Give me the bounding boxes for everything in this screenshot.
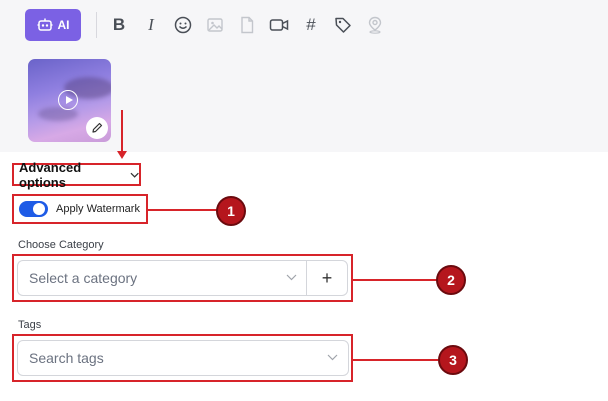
italic-icon: I (148, 15, 154, 34)
post-composer: AI B I # (0, 0, 608, 152)
toggle-knob (33, 203, 45, 215)
category-label: Choose Category (18, 239, 104, 251)
annotation-badge-2: 2 (436, 265, 466, 295)
chevron-down-icon (327, 354, 338, 361)
italic-button[interactable]: I (135, 9, 167, 41)
toolbar-divider (96, 12, 97, 38)
annotation-connector-2 (353, 279, 438, 281)
annotation-connector-1 (148, 209, 218, 211)
tag-icon (335, 17, 351, 33)
location-button[interactable] (359, 9, 391, 41)
bold-button[interactable]: B (103, 9, 135, 41)
bold-icon: B (112, 15, 126, 34)
play-icon[interactable] (58, 90, 78, 110)
emoji-icon (174, 16, 192, 34)
annotation-badge-3: 3 (438, 345, 468, 375)
add-category-button[interactable]: + (306, 260, 348, 296)
category-placeholder: Select a category (29, 270, 138, 286)
category-select[interactable]: Select a category (17, 260, 307, 296)
tag-button[interactable] (327, 9, 359, 41)
annotation-arrow-head (117, 151, 127, 159)
watermark-highlight: Apply Watermark (12, 194, 148, 224)
image-button[interactable] (199, 9, 231, 41)
edit-media-button[interactable] (86, 117, 108, 139)
watermark-toggle[interactable] (19, 201, 48, 217)
file-icon (241, 16, 254, 34)
file-button[interactable] (231, 9, 263, 41)
annotation-connector-3 (353, 359, 438, 361)
hashtag-icon: # (306, 15, 316, 34)
watermark-label: Apply Watermark (56, 203, 140, 215)
advanced-options-label: Advanced options (19, 159, 82, 190)
video-icon (269, 19, 289, 31)
edit-pencil-icon (92, 122, 103, 133)
chevron-down-icon (130, 172, 139, 178)
emoji-button[interactable] (167, 9, 199, 41)
hashtag-button[interactable]: # (295, 9, 327, 41)
chevron-down-icon (286, 274, 297, 281)
video-thumbnail[interactable] (28, 59, 111, 142)
tags-label: Tags (18, 319, 42, 331)
image-icon (207, 18, 223, 32)
ai-assistant-button[interactable]: AI (25, 9, 81, 41)
annotation-badge-1: 1 (216, 196, 246, 226)
ai-robot-icon (37, 18, 52, 31)
tags-placeholder: Search tags (29, 350, 104, 366)
tags-search-select[interactable]: Search tags (17, 340, 349, 376)
advanced-options-toggle[interactable]: Advanced options (12, 160, 141, 190)
location-icon (368, 16, 382, 34)
plus-icon: + (321, 267, 333, 288)
editor-toolbar: AI B I # (25, 9, 391, 41)
video-button[interactable] (263, 9, 295, 41)
ai-button-label: AI (57, 18, 70, 32)
annotation-arrow-line (121, 110, 123, 154)
